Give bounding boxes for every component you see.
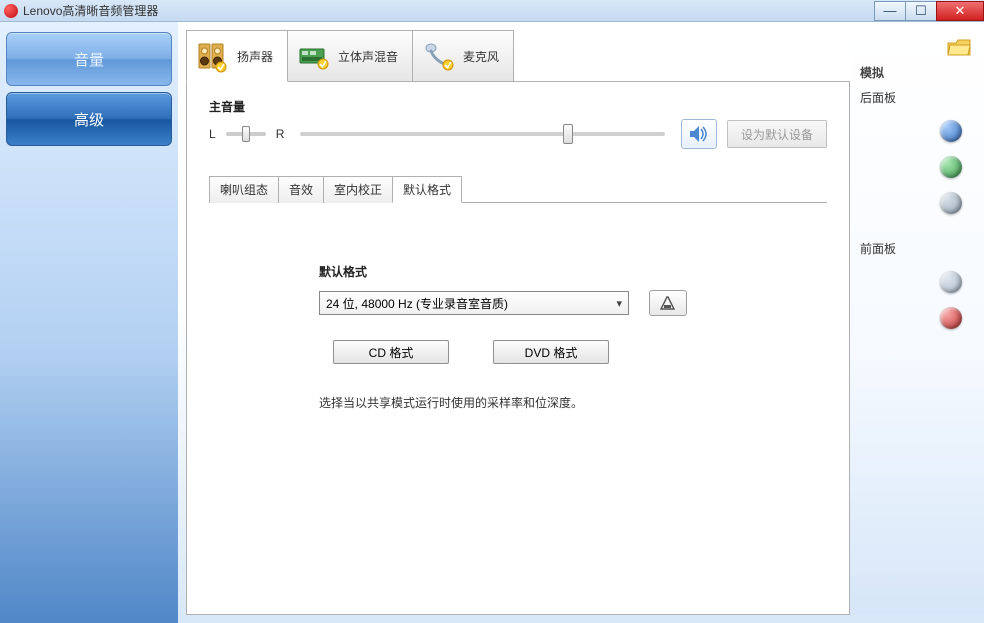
rear-jack-blue[interactable] [940,120,962,142]
subtab-room-correction[interactable]: 室内校正 [323,176,393,203]
tab-microphone[interactable]: 麦克风 [412,30,514,82]
microphone-icon [421,39,455,73]
format-description: 选择当以共享模式运行时使用的采样率和位深度。 [319,394,757,411]
tab-speaker[interactable]: 扬声器 [186,30,288,82]
cd-format-button[interactable]: CD 格式 [333,340,449,364]
balance-right-label: R [276,127,285,141]
rear-panel-label: 后面板 [860,89,974,106]
test-play-button[interactable] [649,290,687,316]
tab-stereomix[interactable]: 立体声混音 [287,30,413,82]
maximize-button[interactable]: ☐ [905,1,937,21]
format-title: 默认格式 [319,263,757,280]
master-volume-label: 主音量 [209,98,827,115]
soundcard-icon [296,39,330,73]
folder-icon[interactable] [946,38,974,58]
sidebar-advanced[interactable]: 高级 [6,92,172,146]
play-icon [659,295,677,311]
window-title: Lenovo高清晰音频管理器 [23,2,875,19]
tab-microphone-label: 麦克风 [463,48,499,65]
balance-slider[interactable] [226,132,266,136]
front-jacks [860,271,974,329]
tab-stereomix-label: 立体声混音 [338,48,398,65]
right-panel: 模拟 后面板 前面板 [850,30,984,615]
front-panel-label: 前面板 [860,240,974,257]
sound-icon [688,124,710,144]
sidebar-volume[interactable]: 音量 [6,32,172,86]
rear-jack-green[interactable] [940,156,962,178]
rear-jack-grey[interactable] [940,192,962,214]
subtab-default-format[interactable]: 默认格式 [392,176,462,203]
tab-speaker-label: 扬声器 [237,48,273,65]
subtab-sound-effect[interactable]: 音效 [278,176,324,203]
sub-tabs: 喇叭组态 音效 室内校正 默认格式 [209,175,827,203]
content-panel: 主音量 L R 设为默认设备 [186,81,850,615]
front-jack-red[interactable] [940,307,962,329]
analog-title: 模拟 [860,64,974,81]
app-icon [4,4,18,18]
master-volume-row: L R 设为默认设备 [209,119,827,149]
balance-left-label: L [209,127,216,141]
rear-jacks [860,120,974,214]
master-volume-slider[interactable] [300,132,665,136]
left-sidebar: 音量 高级 [0,22,178,623]
front-jack-grey[interactable] [940,271,962,293]
set-default-button[interactable]: 设为默认设备 [727,120,827,148]
speaker-icon [195,39,229,73]
format-select-value: 24 位, 48000 Hz (专业录音室音质) [326,295,508,312]
dvd-format-button[interactable]: DVD 格式 [493,340,609,364]
window-controls: — ☐ ✕ [875,1,984,21]
minimize-button[interactable]: — [874,1,906,21]
subtab-speaker-config[interactable]: 喇叭组态 [209,176,279,203]
format-select[interactable]: 24 位, 48000 Hz (专业录音室音质) [319,291,629,315]
mute-button[interactable] [681,119,717,149]
title-bar: Lenovo高清晰音频管理器 — ☐ ✕ [0,0,984,22]
device-tabs: 扬声器 立体声混音 [186,30,850,82]
default-format-panel: 默认格式 24 位, 48000 Hz (专业录音室音质) [209,203,827,411]
close-button[interactable]: ✕ [936,1,984,21]
